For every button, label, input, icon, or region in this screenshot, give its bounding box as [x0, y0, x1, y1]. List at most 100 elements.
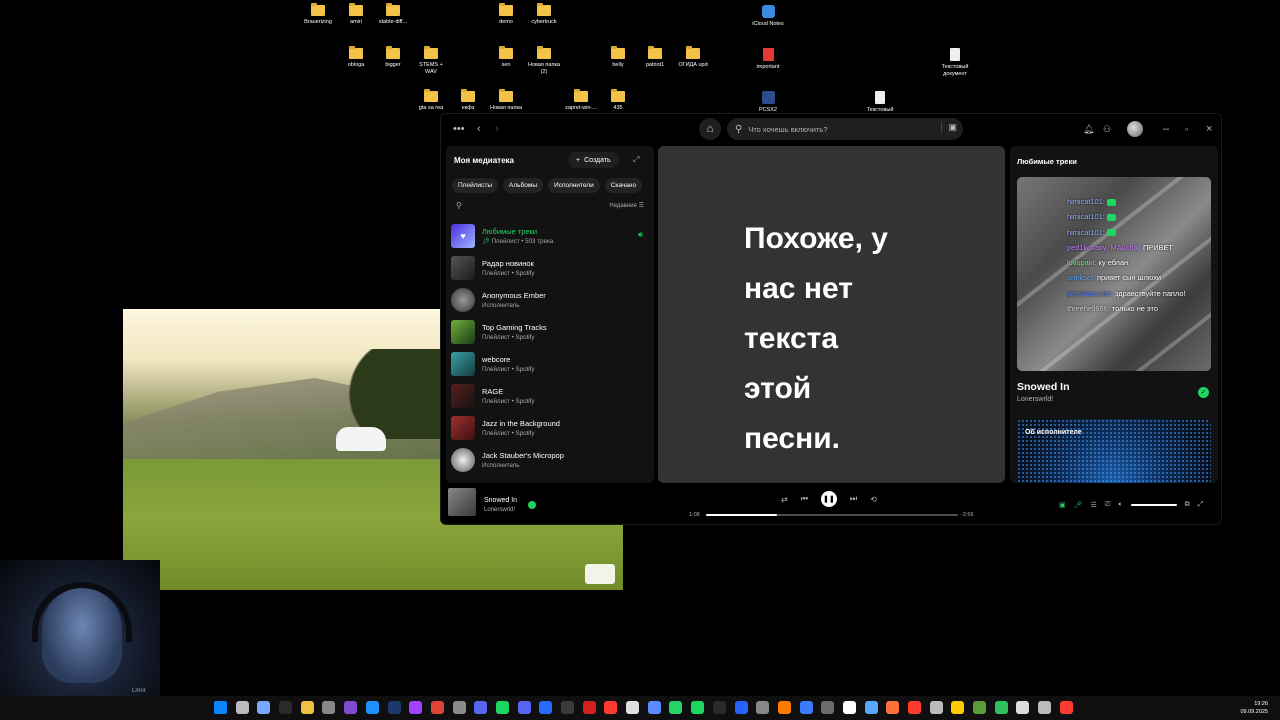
desktop-icon-text-doc[interactable]: Текстовый документ [925, 48, 985, 78]
taskbar-app-icon[interactable] [495, 701, 509, 714]
now-playing-context-title[interactable]: Любимые треки [1017, 157, 1077, 166]
taskbar-app-icon[interactable] [691, 701, 705, 714]
song-artist[interactable]: Lonerswrld! [1017, 396, 1053, 403]
taskbar-app-icon[interactable] [409, 701, 423, 714]
taskbar-app-icon[interactable] [1059, 701, 1073, 714]
taskbar-app-icon[interactable] [322, 701, 336, 714]
fullscreen-icon[interactable]: ⤢ [1198, 501, 1204, 509]
previous-icon[interactable]: ⏮︎ [801, 494, 808, 504]
volume-slider[interactable] [1130, 504, 1177, 506]
taskbar-app-icon[interactable] [951, 701, 965, 714]
expand-icon[interactable]: ⤢ [633, 155, 639, 165]
taskbar-app-icon[interactable] [300, 701, 314, 714]
user-avatar[interactable] [1127, 121, 1143, 137]
back-arrow-icon[interactable]: ‹ [477, 122, 481, 136]
desktop-icon-stems[interactable]: STEMS + WAV [401, 46, 461, 76]
list-item[interactable]: Top Gaming Tracks Плейлист • Spotify [451, 316, 651, 348]
list-item[interactable]: Jazz in the Background Плейлист • Spotify [451, 412, 651, 444]
list-item[interactable]: ♥ Любимые треки 📌︎ Плейлист • 503 трека … [451, 220, 651, 252]
chip-artists[interactable]: Исполнители [548, 178, 600, 193]
taskbar-app-icon[interactable] [842, 701, 856, 714]
taskbar-app-icon[interactable] [582, 701, 596, 714]
taskbar-app-icon[interactable] [669, 701, 683, 714]
now-playing-view-icon[interactable]: ▣ [1059, 501, 1066, 509]
connect-device-icon[interactable]: ⎚ [1105, 501, 1111, 509]
taskbar-app-icon[interactable] [604, 701, 618, 714]
taskbar-app-icon[interactable] [387, 701, 401, 714]
pause-button[interactable]: ❚❚ [820, 491, 837, 507]
home-button[interactable]: ⌂ [699, 118, 721, 140]
taskbar-app-icon[interactable] [430, 701, 444, 714]
shuffle-icon[interactable]: ⇄ [781, 495, 788, 504]
song-title[interactable]: Snowed In [1017, 381, 1070, 393]
taskbar-app-icon[interactable] [452, 701, 466, 714]
list-item[interactable]: Радар новинок Плейлист • Spotify [451, 252, 651, 284]
repeat-icon[interactable]: ⟲ [870, 495, 877, 504]
desktop-icon-important[interactable]: important [738, 48, 798, 71]
now-playing-artist[interactable]: Lonerswrld! [484, 507, 515, 513]
taskbar-app-icon[interactable] [799, 701, 813, 714]
list-item[interactable]: Jack Stauber's Micropop Исполнитель [451, 444, 651, 476]
taskbar-app-icon[interactable] [756, 701, 770, 714]
desktop-icon-ogida[interactable]: ОГИДА upd [663, 46, 723, 69]
now-playing-cover[interactable] [448, 488, 476, 516]
list-item[interactable]: webcore Плейлист • Spotify [451, 348, 651, 380]
taskbar-app-icon[interactable] [561, 701, 574, 714]
taskbar-app-icon[interactable] [929, 701, 943, 714]
search-bar[interactable]: ⚲ ▣ [727, 118, 963, 140]
taskbar-app-icon[interactable] [257, 701, 271, 714]
minimize-icon[interactable]: – [1163, 122, 1169, 136]
liked-check-icon[interactable]: ✓ [1198, 387, 1209, 398]
chip-albums[interactable]: Альбомы [503, 178, 544, 193]
taskbar-clock[interactable]: 19:26 09.09.2025 [1240, 700, 1268, 716]
library-search-icon[interactable]: ⚲ [456, 201, 462, 210]
taskbar-app-icon[interactable] [973, 701, 987, 714]
close-icon[interactable]: × [1206, 122, 1212, 136]
desktop-icon-stable-diff[interactable]: stable-diff... [363, 3, 423, 26]
about-artist-card[interactable]: Об исполнителе [1017, 419, 1211, 483]
liked-check-icon[interactable] [528, 501, 536, 509]
taskbar-app-icon[interactable] [777, 701, 791, 714]
desktop-icon-pcsx2[interactable]: PCSX2 [738, 91, 798, 114]
taskbar-app-icon[interactable] [821, 701, 835, 714]
desktop-icon-new-folder-2[interactable]: Новая папка (2) [514, 46, 574, 76]
taskbar-app-icon[interactable] [994, 701, 1008, 714]
taskbar-app-icon[interactable] [626, 701, 640, 714]
taskbar-app-icon[interactable] [864, 701, 878, 714]
taskbar-app-icon[interactable] [344, 701, 358, 714]
list-item[interactable]: Anonymous Ember Исполнитель [451, 284, 651, 316]
taskbar-app-icon[interactable] [474, 701, 488, 714]
taskbar-app-icon[interactable] [1038, 701, 1052, 714]
start-menu-icon[interactable] [214, 701, 227, 714]
taskbar-app-icon[interactable] [365, 701, 379, 714]
desktop-icon-icloud-notes[interactable]: iCloud Notes [738, 5, 798, 28]
sort-button[interactable]: Недавние ☰ [609, 202, 644, 209]
notifications-bell-icon[interactable]: 🔔︎ [1083, 122, 1094, 136]
progress-bar[interactable] [706, 514, 958, 516]
forward-arrow-icon[interactable]: › [495, 122, 499, 136]
create-button[interactable]: + Создать [568, 152, 619, 168]
chip-playlists[interactable]: Плейлисты [452, 178, 499, 193]
taskbar-app-icon[interactable] [1016, 701, 1030, 714]
desktop-icon-435[interactable]: 435 [588, 89, 648, 112]
friend-activity-icon[interactable]: ⚇ [1103, 122, 1111, 136]
desktop-icon-new-folder[interactable]: Новая папка [476, 89, 536, 112]
taskbar-app-icon[interactable] [517, 701, 531, 714]
desktop-icon-cybertruck[interactable]: cybertruck [514, 3, 574, 26]
menu-dots-icon[interactable]: ••• [453, 122, 465, 136]
taskbar-app-icon[interactable] [712, 701, 726, 714]
taskbar-app-icon[interactable] [734, 701, 748, 714]
taskbar-app-icon[interactable] [539, 701, 553, 714]
taskbar-app-icon[interactable] [647, 701, 661, 714]
now-playing-title[interactable]: Snowed In [484, 497, 517, 504]
queue-icon[interactable]: ☰ [1091, 501, 1097, 509]
browse-icon[interactable]: ▣ [941, 122, 957, 133]
next-icon[interactable]: ⏭︎ [850, 494, 857, 504]
taskbar-app-icon[interactable] [908, 701, 921, 714]
lyrics-icon[interactable]: 🎤︎ [1074, 501, 1083, 509]
taskbar-app-icon[interactable] [886, 701, 900, 714]
maximize-icon[interactable]: ▫ [1185, 122, 1188, 136]
volume-icon[interactable]: 🔈︎ [1118, 501, 1122, 509]
list-item[interactable]: RAGE Плейлист • Spotify [451, 380, 651, 412]
desktop-icon-text-doc-2[interactable]: Текстовый [850, 91, 910, 114]
